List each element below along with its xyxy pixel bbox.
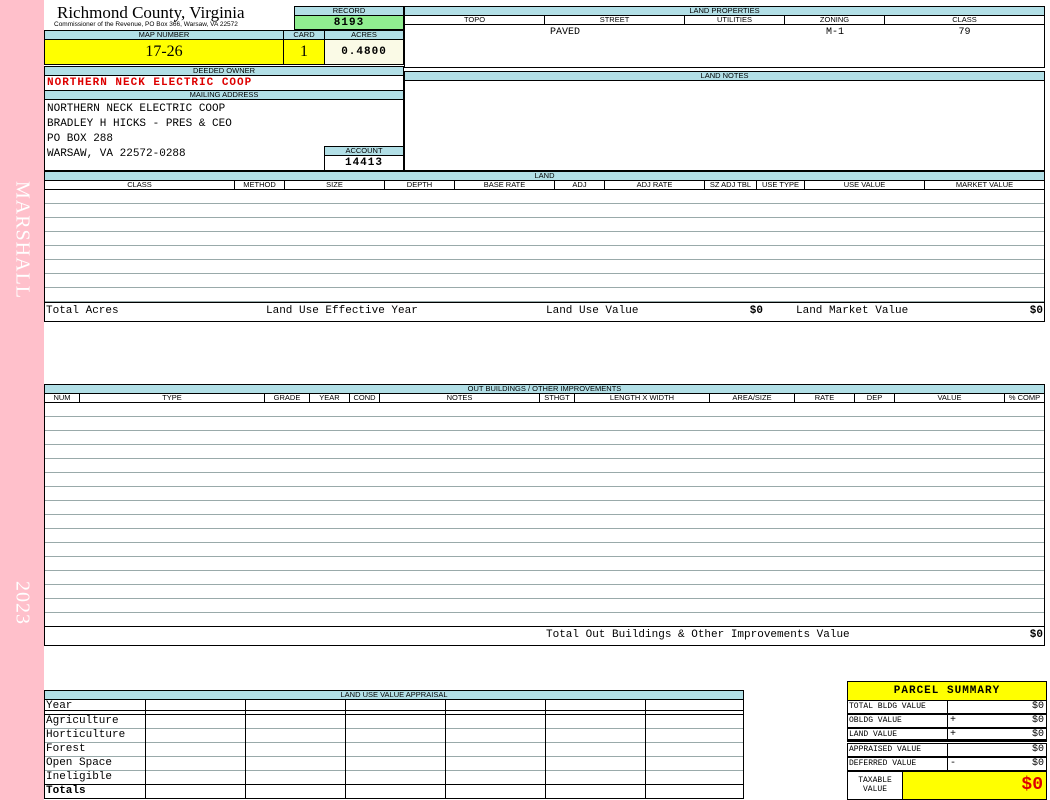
taxable-value-label: TAXABLE VALUE [847,771,903,800]
col-street: STREET [545,16,685,24]
summary-value: $0 [1031,715,1044,726]
appraisal-row-forest: Forest [46,743,86,755]
land-use-value: $0 [749,305,763,317]
land-use-value-label: Land Use Value [546,305,639,317]
effective-year-label: Land Use Effective Year [266,305,418,317]
appraisal-row-horticulture: Horticulture [46,729,126,741]
col-utilities: UTILITIES [685,16,785,24]
record-number: 8193 [294,15,404,30]
col-use-value: USE VALUE [805,181,925,189]
land-rows [44,189,1045,303]
acres-value: 0.4800 [324,39,404,65]
land-totals: Total Acres Land Use Effective Year Land… [44,302,1045,322]
outbuildings-total-label: Total Out Buildings & Other Improvements… [546,629,850,641]
taxable-value: $0 [902,771,1047,800]
col-type: TYPE [80,394,265,402]
land-market-value: $0 [1029,305,1043,317]
summary-row-deferred: DEFERRED VALUE - $0 [847,757,1047,771]
appraisal-row-agriculture: Agriculture [46,715,119,727]
account-number: 14413 [324,155,404,171]
summary-op: + [950,729,957,740]
summary-value: $0 [1031,744,1044,755]
col-topo: TOPO [405,16,545,24]
total-acres-label: Total Acres [46,305,119,317]
col-area-size: AREA/SIZE [710,394,795,402]
parcel-summary-title: PARCEL SUMMARY [847,681,1047,701]
summary-value: $0 [1031,729,1044,740]
col-market-value: MARKET VALUE [955,181,1014,189]
summary-value: $0 [1031,758,1044,769]
district-sidebar: MARSHALL 2023 [0,0,44,800]
summary-label: TOTAL BLDG VALUE [849,702,926,711]
appraisal-row-open-space: Open Space [46,757,113,769]
col-depth: DEPTH [385,181,455,189]
col-dep: DEP [855,394,895,402]
col-pct-comp: % COMP [1008,394,1041,402]
street-value: PAVED [549,27,580,38]
county-title: Richmond County, Virginia [57,3,245,22]
col-notes: NOTES [380,394,540,402]
summary-row-land: LAND VALUE + $0 [847,728,1047,742]
appraisal-row-year: Year [46,700,73,712]
col-class: CLASS [45,181,235,189]
appraisal-row-totals: Totals [46,785,86,797]
outbuildings-totals: Total Out Buildings & Other Improvements… [44,626,1045,646]
col-adj-rate: ADJ RATE [605,181,705,189]
tax-year: 2023 [11,581,34,625]
col-year: YEAR [310,394,350,402]
col-method: METHOD [235,181,285,189]
col-grade: GRADE [265,394,310,402]
land-properties-values: PAVED M-1 79 [404,24,1045,68]
col-cond: COND [350,394,380,402]
land-market-value-label: Land Market Value [796,305,909,317]
summary-op: + [950,715,957,726]
col-value: VALUE [895,394,1005,402]
mailing-line: PO BOX 288 [47,133,114,145]
summary-label: LAND VALUE [849,730,898,739]
summary-label: DEFERRED VALUE [849,759,917,768]
summary-value: $0 [1031,701,1044,712]
col-rate: RATE [795,394,855,402]
appraisal-row-ineligible: Ineligible [46,771,113,783]
col-zoning: ZONING [785,16,885,24]
summary-label: OBLDG VALUE [849,716,902,725]
col-class: CLASS [952,16,977,24]
col-sthgt: STHGT [540,394,575,402]
commissioner-line: Commissioner of the Revenue, PO Box 366,… [54,21,238,28]
col-length-width: LENGTH X WIDTH [575,394,710,402]
mailing-line: BRADLEY H HICKS - PRES & CEO [47,118,232,130]
land-notes-area [404,80,1045,171]
card-number: 1 [283,39,325,65]
outbuildings-total: $0 [1029,629,1043,641]
summary-label: APPRAISED VALUE [849,745,922,754]
summary-op: - [950,758,957,769]
col-use-type: USE TYPE [757,181,805,189]
outbuildings-rows [44,402,1045,627]
zoning-value: M-1 [825,27,844,38]
map-number: 17-26 [44,39,284,65]
land-use-appraisal-table: Year Agriculture Horticulture Forest Ope… [44,699,744,799]
col-num: NUM [45,394,80,402]
deeded-owner: NORTHERN NECK ELECTRIC COOP [44,75,404,91]
col-size: SIZE [285,181,385,189]
col-sz-adj-tbl: SZ ADJ TBL [705,181,757,189]
summary-row-total-bldg: TOTAL BLDG VALUE $0 [847,700,1047,714]
district-name: MARSHALL [11,180,34,300]
summary-row-obldg: OBLDG VALUE + $0 [847,714,1047,728]
col-base-rate: BASE RATE [455,181,555,189]
class-value: 79 [958,27,971,38]
summary-row-appraised: APPRAISED VALUE $0 [847,743,1047,757]
mailing-line: WARSAW, VA 22572-0288 [47,148,186,160]
mailing-line: NORTHERN NECK ELECTRIC COOP [47,103,226,115]
col-adj: ADJ [555,181,605,189]
